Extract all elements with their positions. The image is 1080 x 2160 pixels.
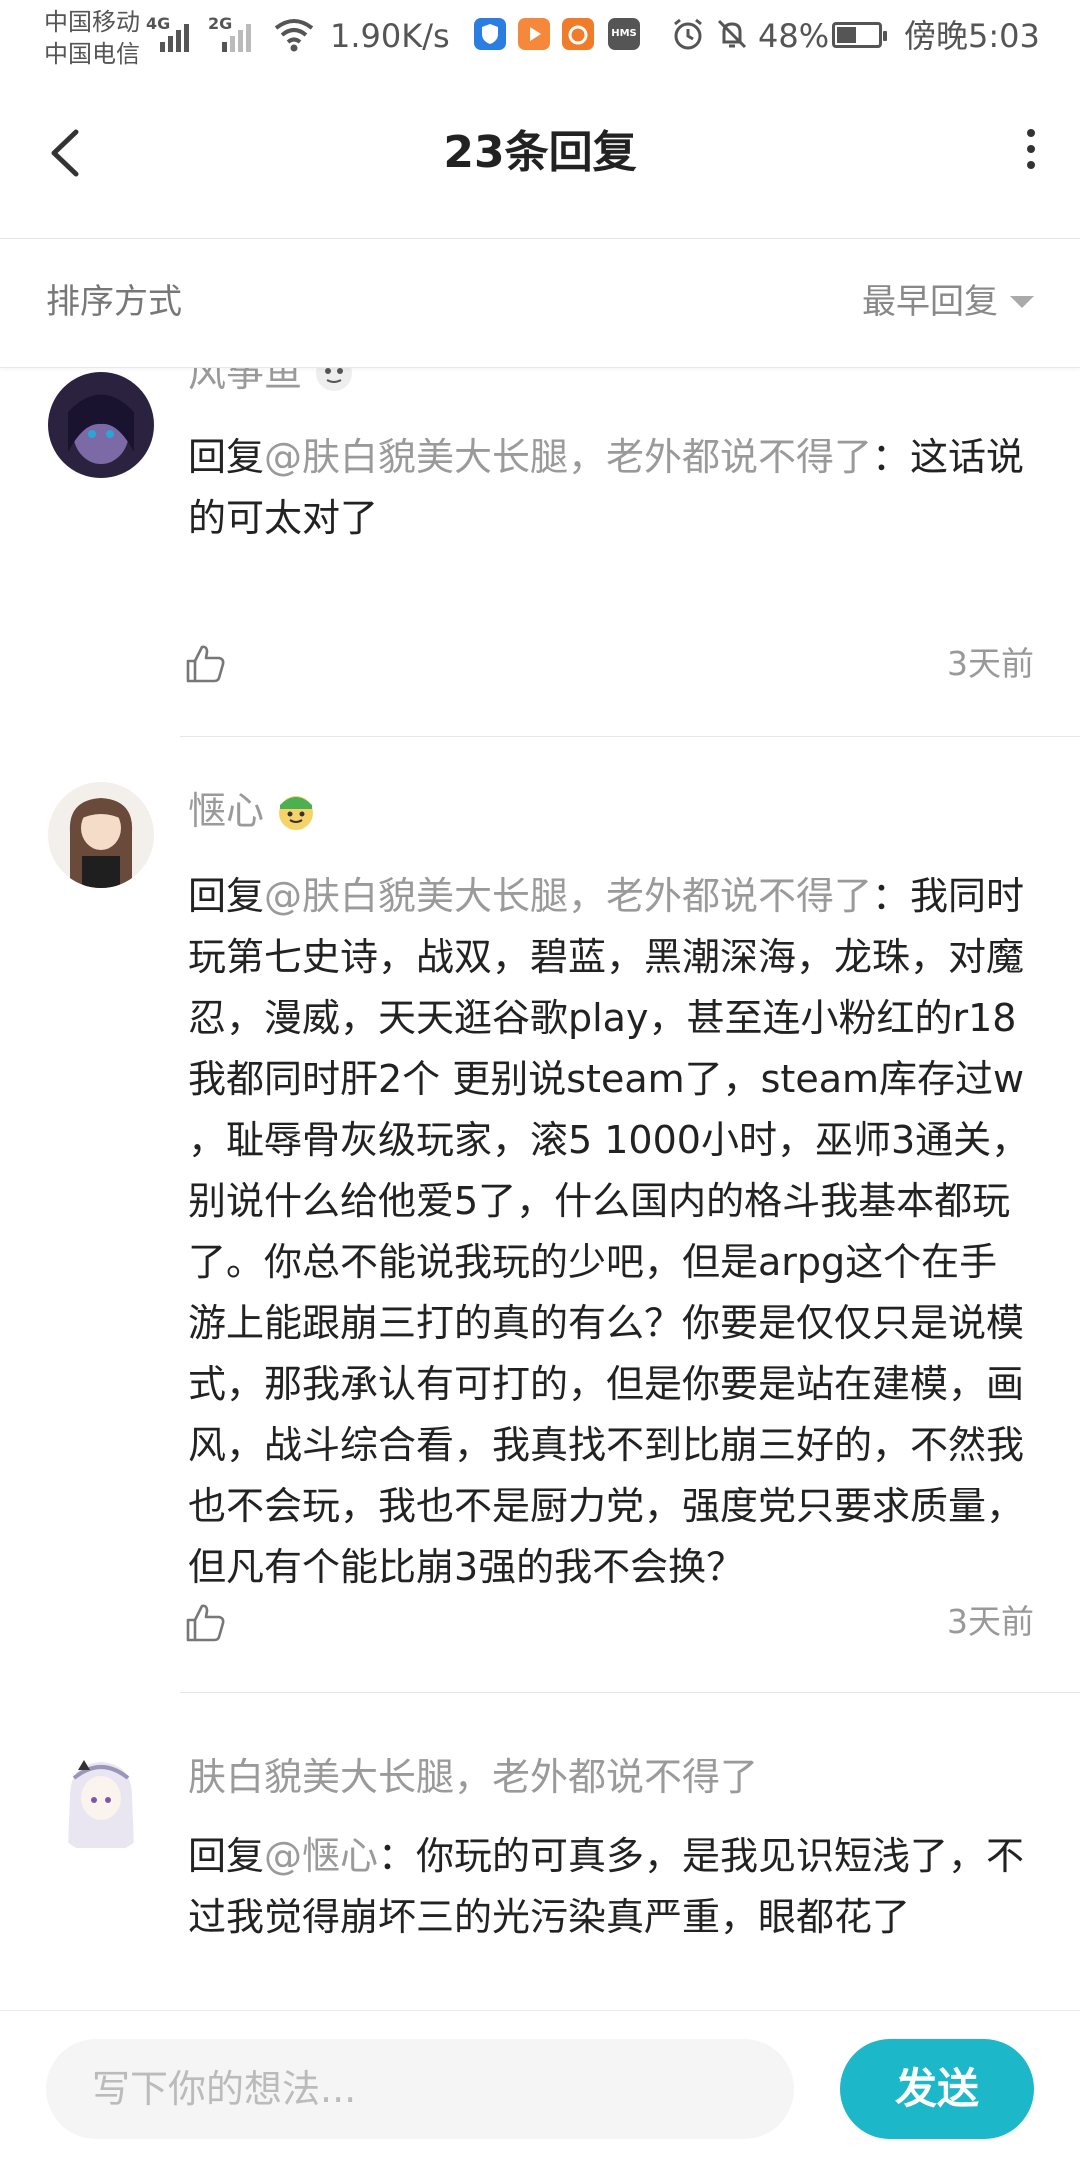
page-title: 23条回复	[443, 127, 637, 178]
mention-link[interactable]: @肤白貌美大长腿，老外都说不得了	[264, 874, 872, 918]
battery-level-fill	[837, 27, 856, 43]
reply-prefix: 回复	[188, 435, 265, 479]
status-time: 傍晚5:03	[904, 17, 1040, 55]
caret-down-icon	[1010, 296, 1034, 308]
username-text: 惬心	[188, 789, 265, 833]
comment-item: 惬心 回复@肤白貌美大长腿，老外都说不得了：我同时玩第七史诗，战双，碧蓝，黑潮深…	[0, 768, 1080, 1768]
comment-username[interactable]: 肤白貌美大长腿，老外都说不得了	[188, 1752, 758, 1802]
reply-prefix: 回复	[188, 874, 265, 918]
divider	[180, 1692, 1080, 1693]
mention-link[interactable]: @惬心	[264, 1834, 378, 1878]
user-badge-icon	[279, 796, 314, 830]
carrier-labels: 中国移动 中国电信	[44, 6, 140, 70]
alarm-icon	[674, 18, 702, 50]
carrier-1: 中国移动	[44, 8, 140, 36]
comment-text: 回复@肤白貌美大长腿，老外都说不得了：这话说的可太对了	[188, 427, 1034, 549]
mute-bell-icon	[717, 19, 747, 49]
sort-label: 排序方式	[46, 282, 182, 322]
username-text: 风筝鱼	[188, 368, 303, 395]
sort-bar: 排序方式 最早回复	[0, 239, 1080, 368]
comment-text: 回复@惬心：你玩的可真多，是我见识短浅了，不过我觉得崩坏三的光污染真严重，眼都花…	[188, 1826, 1034, 1948]
avatar[interactable]	[48, 372, 154, 478]
comment-time: 3天前	[947, 644, 1034, 683]
title-bar: 23条回复	[0, 74, 1080, 239]
thumbs-up-icon[interactable]	[182, 1600, 228, 1646]
uc-browser-icon	[562, 18, 594, 50]
sort-dropdown[interactable]: 最早回复	[862, 279, 1034, 325]
comment-text: 回复@肤白貌美大长腿，老外都说不得了：我同时玩第七史诗，战双，碧蓝，黑潮深海，龙…	[188, 866, 1034, 1598]
user-badge-icon	[316, 368, 353, 391]
comment-username[interactable]: 风筝鱼	[188, 368, 356, 398]
sim2-signal-icon: 2G	[208, 14, 260, 52]
comment-username[interactable]: 惬心	[188, 786, 318, 836]
comment-item: 肤白貌美大长腿，老外都说不得了 回复@惬心：你玩的可真多，是我见识短浅了，不过我…	[0, 1748, 1080, 2008]
send-button[interactable]: 发送	[840, 2039, 1034, 2139]
sim1-signal-icon: 4G	[146, 14, 198, 52]
wifi-icon	[274, 19, 314, 52]
carrier-2: 中国电信	[44, 40, 140, 68]
network-speed: 1.90K/s	[330, 17, 450, 55]
avatar[interactable]	[48, 782, 154, 888]
reply-prefix: 回复	[188, 1834, 265, 1878]
username-text: 肤白貌美大长腿，老外都说不得了	[188, 1755, 759, 1799]
sort-selected-value: 最早回复	[862, 282, 998, 322]
status-bar: 中国移动 中国电信 4G 2G 1.90K/s HMS 48% 傍晚5:03	[0, 0, 1080, 74]
video-app-icon	[518, 18, 550, 50]
screen: 中国移动 中国电信 4G 2G 1.90K/s HMS 48% 傍晚5:03 2…	[0, 0, 1080, 2160]
more-vertical-icon[interactable]	[1018, 124, 1044, 184]
mention-link[interactable]: @肤白貌美大长腿，老外都说不得了	[264, 435, 872, 479]
hms-icon: HMS	[608, 18, 640, 50]
avatar[interactable]	[48, 1748, 154, 1854]
thumbs-up-icon[interactable]	[182, 641, 228, 687]
battery-icon	[832, 22, 887, 48]
comment-list[interactable]: 风筝鱼 回复@肤白貌美大长腿，老外都说不得了：这话说的可太对了 3天前 惬心 回…	[0, 368, 1080, 2008]
comment-time: 3天前	[947, 1602, 1034, 1641]
shield-app-icon	[474, 18, 506, 50]
comment-content: ：我同时玩第七史诗，战双，碧蓝，黑潮深海，龙珠，对魔忍，漫威，天天逛谷歌play…	[188, 874, 1030, 1589]
reply-input-bar: 发送	[0, 2010, 1080, 2160]
battery-percent: 48%	[758, 17, 830, 55]
reply-input[interactable]	[46, 2039, 794, 2139]
